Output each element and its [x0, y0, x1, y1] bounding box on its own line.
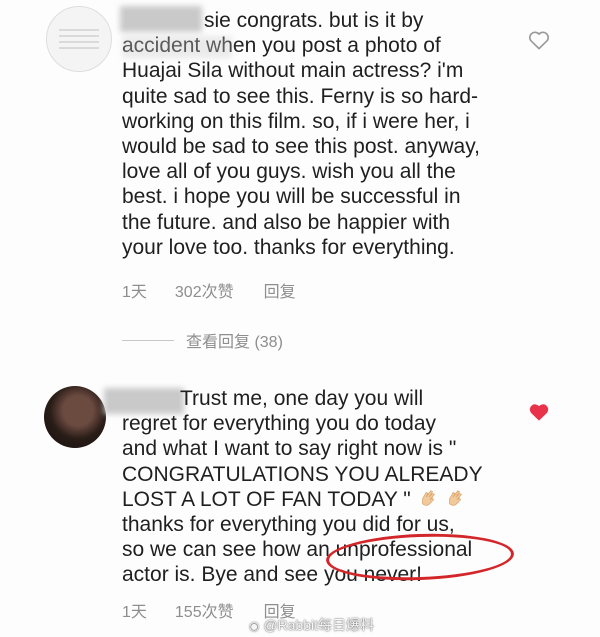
view-replies-label[interactable]: 查看回复 (38): [186, 328, 283, 352]
divider: [122, 339, 174, 341]
comment-line: Trust me, one day you will: [180, 387, 424, 410]
comment-line: would be sad to see this post. anyway,: [122, 135, 480, 159]
reply-button[interactable]: 回复: [264, 278, 296, 302]
comment-time: 1天: [122, 284, 147, 301]
comment-line: regret for everything you do today: [122, 412, 437, 436]
heart-outline-icon[interactable]: [528, 30, 550, 50]
comment-line: best. i hope you will be successful in: [122, 185, 461, 209]
comment-meta: 1天 302次赞 回复: [122, 278, 296, 302]
comment-body: Trust me, one day you will regret for ev…: [122, 386, 483, 588]
avatar[interactable]: [44, 386, 106, 448]
view-replies[interactable]: 查看回复 (38): [122, 328, 283, 352]
comment-line: love all of you guys. wish you all the: [122, 160, 456, 184]
comment-line: your love too. thanks for everything.: [122, 235, 455, 259]
comment-line: quite sad to see this. Ferny is so hard-: [122, 84, 479, 108]
like-count[interactable]: 302次赞: [175, 278, 234, 302]
avatar-image: [59, 25, 99, 49]
comment-line: so we can see how an unprofessional: [122, 538, 473, 562]
comment-line: the future. and also be happier with: [122, 210, 451, 234]
comment-line: LOST A LOT OF FAN TODAY ": [122, 487, 483, 512]
like-count[interactable]: 155次赞: [175, 598, 234, 622]
clapping-hands-emoji: [449, 490, 463, 506]
comment-line-text: LOST A LOT OF FAN TODAY ": [122, 487, 411, 511]
clapping-hands-emoji: [421, 490, 435, 506]
comment-line: working on this film. so, if i were her,…: [122, 109, 470, 133]
comment-line: actor is. Bye and see you never!: [122, 563, 422, 587]
weibo-icon: ◉: [248, 619, 260, 633]
comment-line: CONGRATULATIONS YOU ALREADY: [122, 462, 483, 486]
watermark: ◉ @Rabbit每日爆料: [249, 615, 374, 635]
heart-filled-icon[interactable]: [528, 402, 550, 422]
watermark-text: @Rabbit每日爆料: [263, 617, 374, 633]
comment-line: thanks for everything you did for us,: [122, 513, 455, 537]
comment-line: and what I want to say right now is ": [122, 437, 457, 461]
avatar[interactable]: [46, 6, 112, 72]
comment-line: Huajai Sila without main actress? i'm: [122, 59, 464, 83]
redaction-smudge: [122, 36, 232, 58]
comment-time: 1天: [122, 604, 147, 621]
comment-line: sie congrats. but is it by: [204, 9, 424, 32]
comment-thread: sie congrats. but is it by accident when…: [0, 0, 600, 637]
